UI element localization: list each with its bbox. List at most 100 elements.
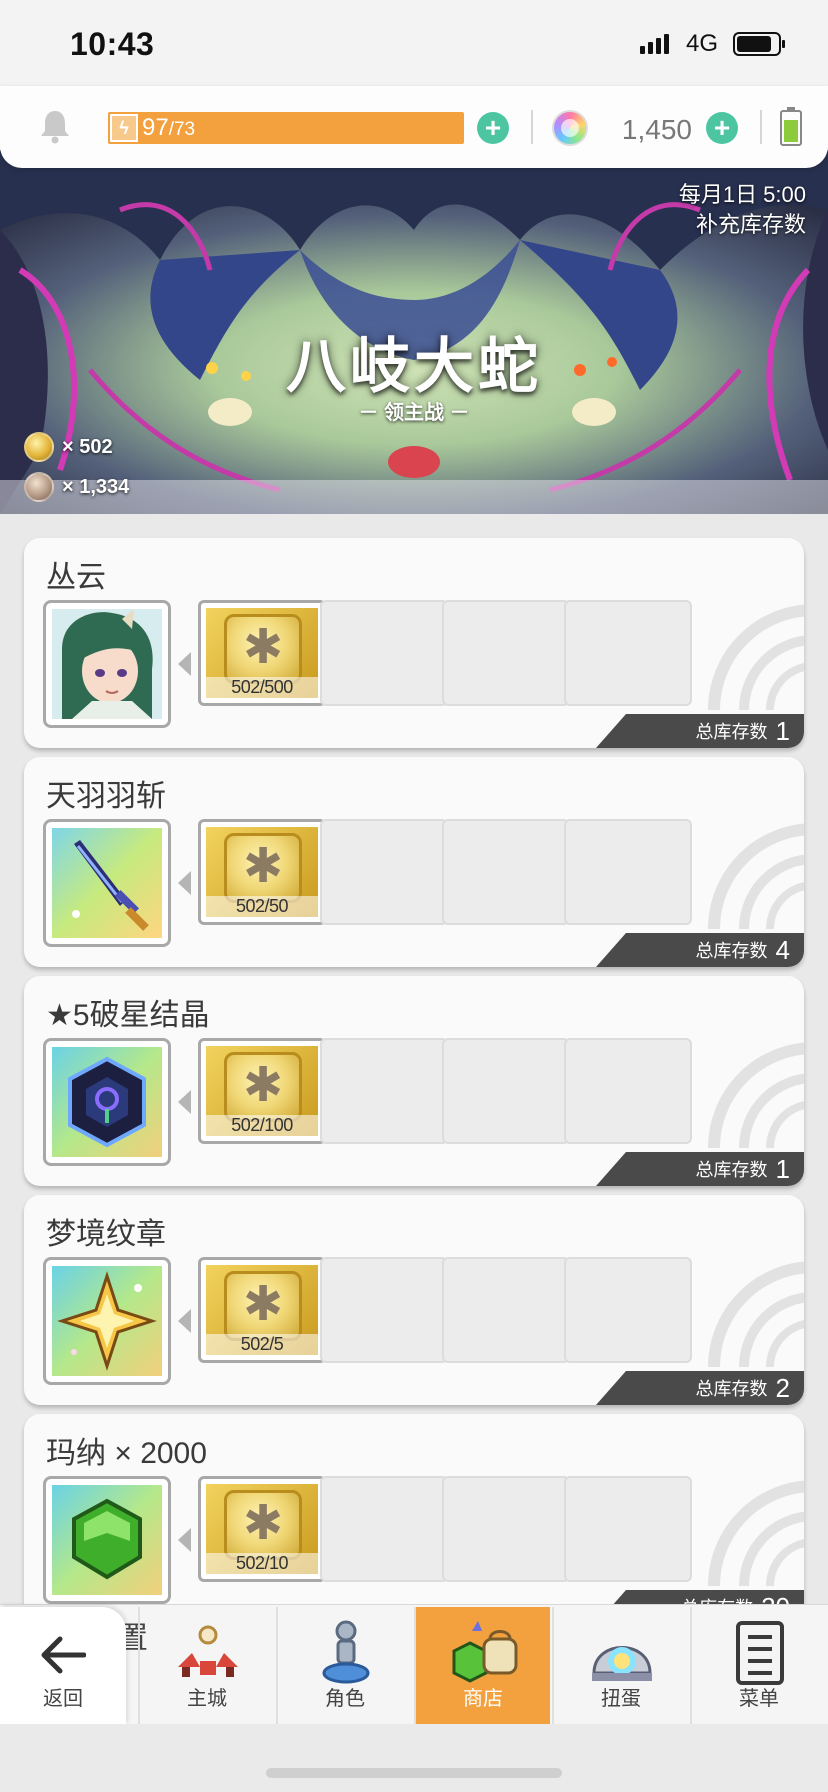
bottom-tab-bar: 置 返回 主城 角色 商店 扭蛋 菜单 — [0, 1604, 828, 1725]
empty-slot — [442, 819, 570, 925]
boss-title: 八岐大蛇 — [286, 333, 542, 400]
tab-main-city-label: 主城 — [187, 1688, 227, 1710]
refresh-date: 每月1日 5:00 — [678, 182, 806, 207]
empty-slot — [442, 1038, 570, 1144]
tab-shop[interactable]: 商店 — [414, 1607, 550, 1725]
empty-slot — [564, 1476, 692, 1582]
shop-item-card[interactable]: ★5破星结晶 502/100 总库存数 1 — [24, 976, 804, 1186]
empty-slot — [564, 819, 692, 925]
shop-item-card[interactable]: 玛纳 × 2000 502/10 总库存数 20 — [24, 1414, 804, 1604]
silver-medal-icon — [24, 472, 54, 502]
empty-slot — [320, 600, 448, 706]
item-title: 丛云 — [46, 561, 106, 594]
arrow-left-icon — [178, 871, 191, 895]
empty-slot — [320, 1257, 448, 1363]
stamina-value: 97/73 — [142, 114, 196, 141]
add-gem-button[interactable]: + — [706, 112, 738, 144]
stock-label: 总库存数 — [695, 1379, 768, 1399]
character-portrait — [52, 609, 162, 719]
stock-label: 总库存数 — [695, 941, 768, 961]
status-time: 10:43 — [70, 26, 155, 62]
empty-slot — [320, 1476, 448, 1582]
stock-count: 20 — [761, 1592, 790, 1605]
boss-subtitle: － 领主战 － — [358, 402, 470, 424]
mana-gem-icon — [52, 1485, 162, 1595]
back-label: 返回 — [43, 1688, 83, 1710]
empty-slot — [442, 1257, 570, 1363]
home-indicator[interactable] — [266, 1768, 562, 1778]
reward-slot[interactable] — [43, 600, 171, 728]
empty-slot — [564, 1257, 692, 1363]
status-bar: 10:43 4G — [0, 0, 828, 90]
divider — [760, 110, 762, 144]
reward-slot[interactable] — [43, 1257, 171, 1385]
gold-medal-icon — [224, 1052, 302, 1122]
stock-badge: 总库存数 20 — [596, 1590, 804, 1604]
cost-progress: 502/10 — [206, 1553, 318, 1574]
refresh-schedule: 每月1日 5:00 补充库存数 — [679, 180, 806, 240]
stock-count: 1 — [775, 1153, 790, 1184]
gem-count: 1,450 — [621, 114, 692, 145]
stock-count: 4 — [775, 934, 790, 965]
item-title: 玛纳 × 2000 — [46, 1437, 207, 1470]
stock-count: 2 — [775, 1372, 790, 1403]
empty-slot — [564, 600, 692, 706]
tab-gacha[interactable]: 扭蛋 — [552, 1607, 688, 1725]
reward-slot[interactable] — [43, 819, 171, 947]
empty-slot — [564, 1038, 692, 1144]
character-figure-icon — [322, 1620, 370, 1684]
shop-item-card[interactable]: 梦境纹章 502/5 总库存数 2 — [24, 1195, 804, 1405]
shop-item-list[interactable]: 丛云 502/500 — [0, 514, 828, 1604]
arrow-left-icon — [178, 1090, 191, 1114]
back-arrow-icon — [41, 1636, 86, 1674]
castle-icon — [178, 1625, 238, 1677]
tab-gacha-label: 扭蛋 — [601, 1688, 641, 1710]
cost-slot: 502/50 — [198, 819, 326, 925]
empty-slot — [320, 1038, 448, 1144]
stock-badge: 总库存数 1 — [596, 1152, 804, 1186]
item-title: 梦境纹章 — [46, 1218, 166, 1251]
tab-menu[interactable]: 菜单 — [690, 1607, 826, 1725]
bell-icon[interactable] — [38, 108, 72, 144]
empty-slot — [442, 600, 570, 706]
resource-bar: ϟ 97/73 + 1,450 + — [0, 86, 828, 168]
cost-progress: 502/500 — [206, 677, 318, 698]
add-stamina-button[interactable]: + — [477, 112, 509, 144]
cost-progress: 502/50 — [206, 896, 318, 917]
stock-count: 1 — [775, 715, 790, 746]
arrow-left-icon — [178, 1528, 191, 1552]
stock-badge: 总库存数 2 — [596, 1371, 804, 1405]
stock-badge: 总库存数 1 — [596, 714, 804, 748]
crystal-icon — [52, 1047, 162, 1157]
shop-item-card[interactable]: 天羽羽斩 502/50 总库存数 4 — [24, 757, 804, 967]
stock-label: 总库存数 — [695, 722, 768, 742]
item-title: ★5破星结晶 — [46, 999, 210, 1032]
signal-strength-icon — [640, 32, 669, 54]
cost-slot: 502/10 — [198, 1476, 326, 1582]
gold-medal-icon — [24, 432, 54, 462]
gold-medal-icon — [224, 1490, 302, 1560]
reward-slot[interactable] — [43, 1476, 171, 1604]
tab-character[interactable]: 角色 — [276, 1607, 412, 1725]
back-button[interactable]: 返回 — [0, 1607, 126, 1725]
stamina-bar: ϟ 97/73 — [108, 112, 464, 144]
empty-slot — [442, 1476, 570, 1582]
star-emblem-icon — [52, 1266, 162, 1376]
network-type: 4G — [686, 30, 719, 57]
shop-item-card[interactable]: 丛云 502/500 — [24, 538, 804, 748]
tab-main-city[interactable]: 主城 — [138, 1607, 274, 1725]
divider — [531, 110, 533, 144]
sword-icon — [52, 828, 162, 938]
rainbow-gem-icon — [552, 110, 588, 146]
cost-slot: 502/5 — [198, 1257, 326, 1363]
refresh-note: 补充库存数 — [695, 212, 806, 237]
gold-medal-icon — [224, 833, 302, 903]
tab-menu-label: 菜单 — [739, 1688, 779, 1710]
menu-list-icon — [736, 1621, 784, 1685]
device-battery-icon — [780, 107, 802, 146]
gacha-machine-icon — [592, 1646, 652, 1681]
reward-slot[interactable] — [43, 1038, 171, 1166]
item-title: 天羽羽斩 — [46, 780, 166, 813]
boss-banner: 每月1日 5:00 补充库存数 八岐大蛇 － 领主战 － × 502 × 1,3… — [0, 150, 828, 514]
battery-icon — [733, 32, 785, 56]
